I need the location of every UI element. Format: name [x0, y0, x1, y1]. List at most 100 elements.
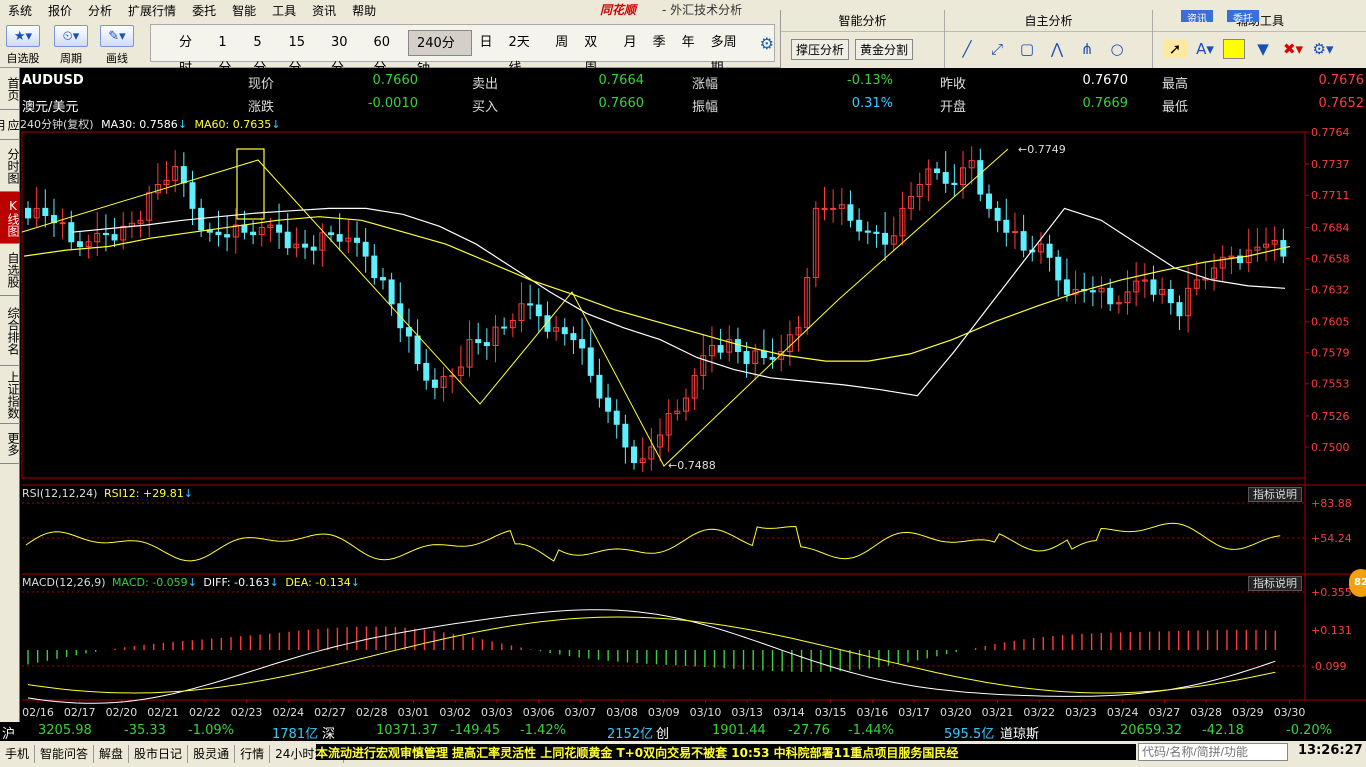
down-arrow-icon: ↓: [177, 118, 188, 131]
candle-body: [215, 231, 222, 236]
status-tab[interactable]: 手机: [0, 745, 36, 763]
date-label: 03/07: [564, 706, 596, 719]
price-tick-label: 0.7526: [1311, 410, 1350, 423]
candle-body: [501, 326, 508, 329]
date-label: 03/14: [773, 706, 805, 719]
candle-body: [535, 304, 542, 317]
date-label: 02/21: [147, 706, 179, 719]
notification-badge[interactable]: 82: [1349, 569, 1366, 597]
date-label: 03/15: [815, 706, 847, 719]
status-tab[interactable]: 股灵通: [188, 745, 236, 763]
price-tick-label: 0.7632: [1311, 283, 1350, 296]
candle-body: [1063, 279, 1070, 295]
candle-body: [25, 207, 31, 219]
candle-body: [59, 222, 66, 225]
date-label: 02/22: [189, 706, 221, 719]
candle-body: [596, 374, 603, 399]
rsi-tick-label: +83.88: [1311, 497, 1352, 510]
date-label: 02/27: [314, 706, 346, 719]
clock: 13:26:27: [1298, 743, 1363, 758]
candle-body: [1167, 288, 1174, 304]
status-tab[interactable]: 解盘: [94, 745, 130, 763]
candle-body: [760, 350, 767, 358]
candle-body: [942, 172, 949, 184]
highlight-box: [236, 148, 265, 220]
candle-body: [977, 160, 984, 195]
candle-body: [587, 347, 594, 376]
candle-body: [76, 241, 83, 248]
candle-body: [856, 219, 863, 232]
status-tab[interactable]: 智能问答: [35, 745, 95, 763]
macd-explain-button[interactable]: 指标说明: [1248, 576, 1302, 591]
rsi-tick-label: +54.24: [1311, 532, 1352, 545]
candle-body: [830, 207, 837, 210]
candle-body: [579, 339, 586, 349]
date-label: 02/16: [22, 706, 54, 719]
candle-body: [483, 342, 490, 347]
candle-body: [1107, 287, 1114, 305]
status-tab[interactable]: 股市日记: [129, 745, 189, 763]
period-info: 240分钟(复权) MA30: 0.7586↓ MA60: 0.7635↓: [20, 118, 281, 131]
index-bar: 沪 3205.98 -35.33 -1.09% 1781亿 深 10371.37…: [0, 722, 1366, 742]
candle-body: [1150, 279, 1157, 295]
candle-body: [622, 423, 629, 448]
date-label: 03/10: [690, 706, 722, 719]
date-label: 03/22: [1023, 706, 1055, 719]
date-label: 03/21: [982, 706, 1014, 719]
candle-body: [1089, 290, 1096, 293]
candle-body: [241, 224, 248, 233]
ma30-label: MA30: 0.7586: [101, 118, 178, 131]
macd-tick-label: -0.099: [1311, 660, 1346, 673]
date-label: 03/24: [1107, 706, 1139, 719]
dea-line: [27, 616, 1276, 694]
candle-body: [1055, 256, 1062, 281]
candle-body: [353, 237, 360, 243]
price-tick-label: 0.7658: [1311, 252, 1350, 265]
date-label: 02/17: [64, 706, 96, 719]
date-label: 02/20: [106, 706, 138, 719]
ma60-label: MA60: 0.7635: [194, 118, 272, 131]
candle-body: [250, 231, 257, 236]
date-label: 03/23: [1065, 706, 1097, 719]
candle-body: [328, 232, 335, 236]
date-label: 02/28: [356, 706, 388, 719]
rsi-line: [25, 522, 1281, 562]
price-tick-label: 0.7500: [1311, 441, 1350, 454]
candle-body: [561, 327, 568, 335]
main-panel-border: [21, 131, 1306, 479]
date-label: 03/16: [857, 706, 889, 719]
rsi-header: RSI(12,12,24) RSI12: +29.81↓: [22, 487, 193, 500]
high-annotation: ←0.7749: [1018, 143, 1066, 156]
status-tab[interactable]: 行情: [235, 745, 271, 763]
diff-line: [27, 609, 1276, 704]
down-arrow-icon: ↓: [269, 576, 279, 589]
candle-body: [821, 207, 828, 210]
down-arrow-icon: ↓: [350, 576, 360, 589]
candle-body: [769, 356, 776, 360]
rsi-explain-button[interactable]: 指标说明: [1248, 487, 1302, 502]
candle-body: [613, 410, 620, 425]
candle-body: [388, 279, 395, 305]
candle-body: [1176, 302, 1183, 317]
candle-body: [985, 193, 992, 209]
candle-body: [864, 230, 871, 233]
candle-body: [336, 234, 343, 242]
news-ticker[interactable]: 本流动进行宏观审慎管理 提高汇率灵活性 上同花顺黄金 T+0双向交易不被套 10…: [316, 744, 1136, 760]
candle-body: [431, 379, 438, 388]
macd-tick-label: +0.131: [1311, 624, 1352, 637]
candle-body: [102, 232, 109, 236]
price-tick-label: 0.7605: [1311, 316, 1350, 329]
candle-body: [873, 231, 880, 234]
candle-body: [310, 246, 317, 251]
search-input[interactable]: [1138, 743, 1288, 761]
candle-body: [743, 351, 750, 364]
date-label: 03/13: [731, 706, 763, 719]
candle-body: [994, 207, 1001, 221]
candle-body: [379, 277, 386, 281]
candle-body: [180, 166, 187, 184]
candle-body: [371, 255, 378, 279]
date-label: 02/24: [272, 706, 304, 719]
date-label: 03/27: [1149, 706, 1181, 719]
price-tick-label: 0.7737: [1311, 158, 1350, 171]
price-tick-label: 0.7684: [1311, 221, 1350, 234]
